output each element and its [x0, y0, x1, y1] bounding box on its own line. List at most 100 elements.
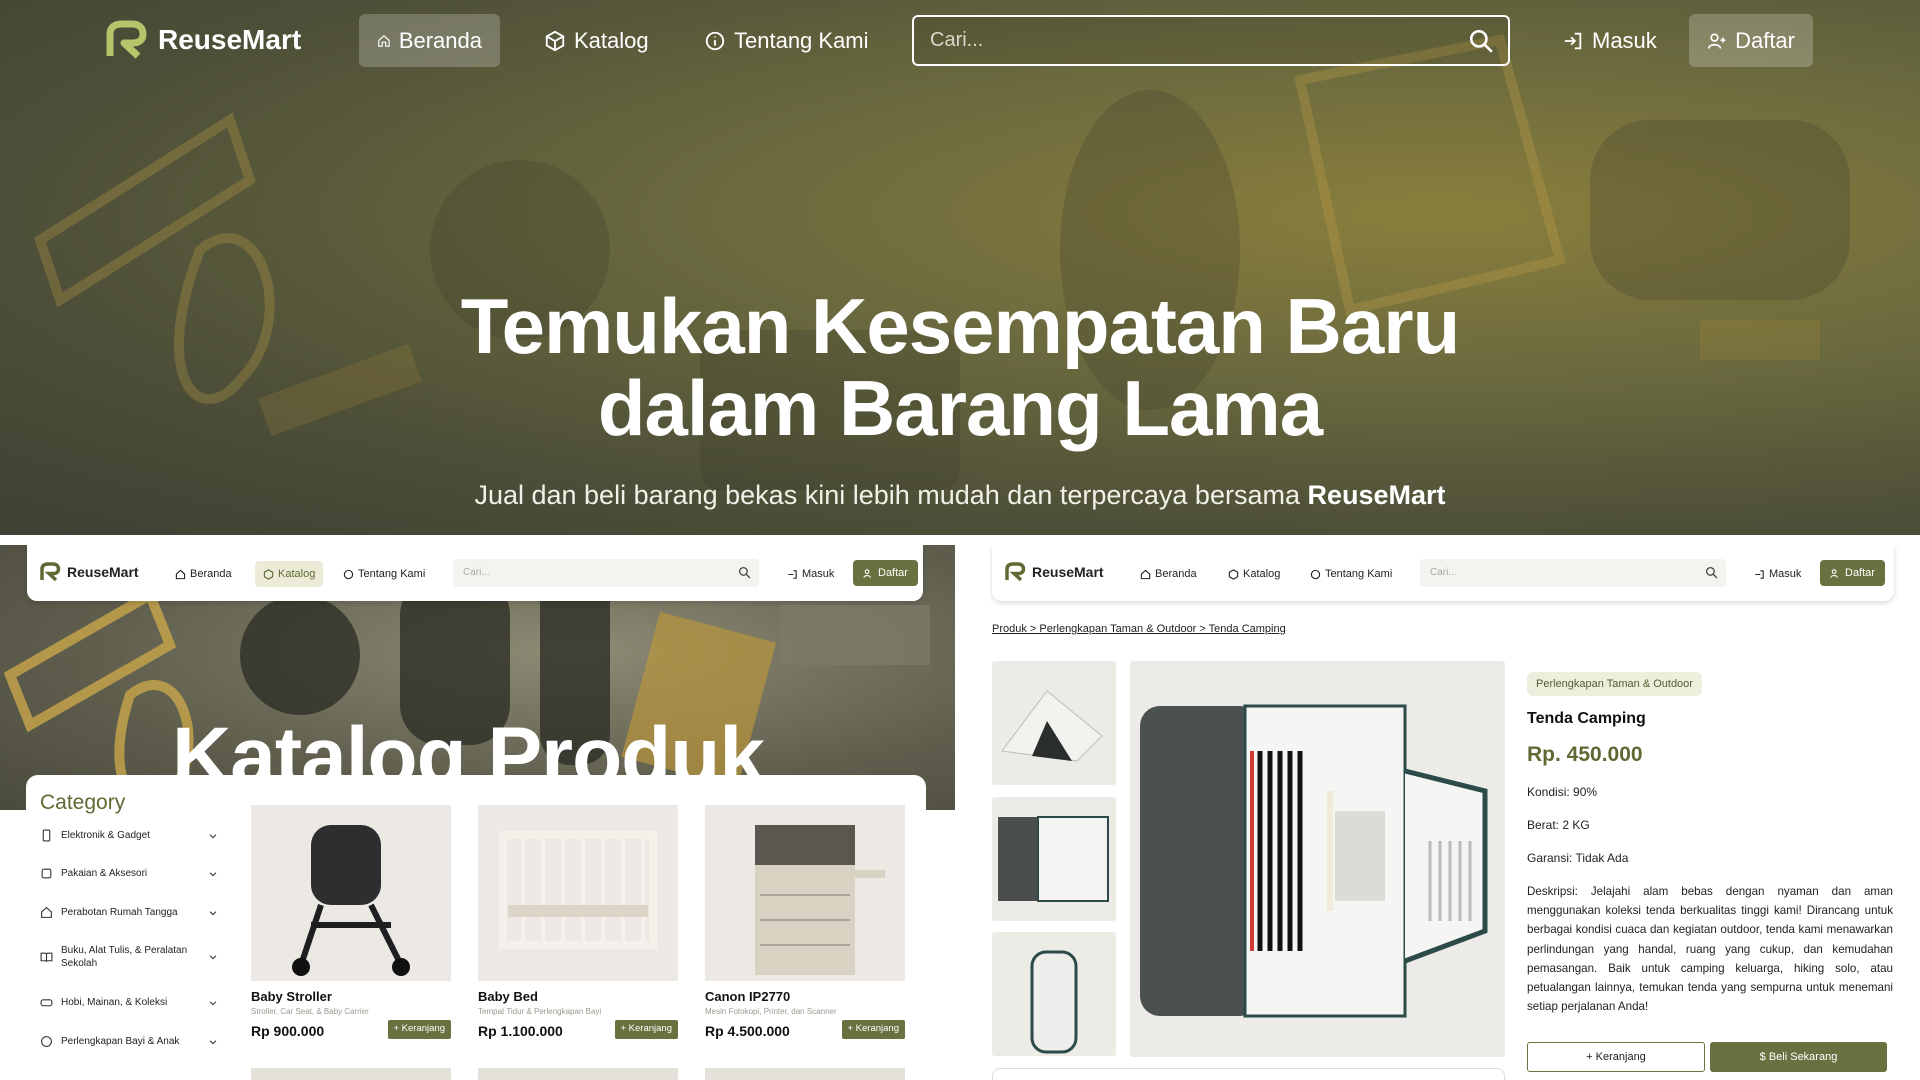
category-item-elektronik[interactable]: Elektronik & Gadget — [40, 829, 218, 842]
product-subcategory: Stroller, Car Seat, & Baby Carrier — [251, 1007, 369, 1016]
category-item-hobi[interactable]: Hobi, Mainan, & Koleksi — [40, 996, 218, 1009]
register-button[interactable]: Daftar — [1689, 14, 1813, 67]
catalog-preview-nav-tentang[interactable]: Tentang Kami — [335, 561, 433, 587]
category-label: Perlengkapan Bayi & Anak — [61, 1036, 180, 1047]
nav-beranda-label: Beranda — [398, 27, 482, 53]
product-card-baby-stroller[interactable]: Baby Stroller Stroller, Car Seat, & Baby… — [251, 805, 451, 1045]
detail-preview-search-placeholder: Cari... — [1430, 567, 1457, 578]
product-price: Rp 900.000 — [251, 1023, 325, 1039]
info-icon — [343, 569, 354, 579]
product-card-partial — [251, 1068, 451, 1080]
crib-image — [499, 831, 657, 949]
product-thumbnail-1[interactable] — [992, 661, 1116, 785]
product-main-image — [1130, 661, 1505, 1057]
category-item-perabotan[interactable]: Perabotan Rumah Tangga — [40, 906, 218, 919]
category-label: Elektronik & Gadget — [61, 830, 150, 841]
login-icon — [1564, 32, 1582, 49]
detail-preview-register[interactable]: Daftar — [1820, 560, 1885, 586]
detail-preview-nav-katalog-label: Katalog — [1243, 568, 1281, 580]
product-price: Rp. 450.000 — [1527, 743, 1643, 766]
detail-preview-nav-katalog[interactable]: Katalog — [1220, 561, 1288, 587]
detail-preview-login-label: Masuk — [1769, 568, 1802, 580]
category-title: Category — [40, 791, 126, 814]
catalog-preview-nav-beranda[interactable]: Beranda — [167, 561, 240, 587]
search-input[interactable] — [914, 17, 1454, 64]
home-icon — [378, 34, 390, 47]
add-to-cart-button[interactable]: + Keranjang — [614, 1020, 678, 1039]
category-label: Perabotan Rumah Tangga — [61, 907, 178, 918]
printer-image — [755, 825, 885, 975]
catalog-preview-screenshot: Katalog Produk ReuseMart Beranda Katalog… — [0, 545, 955, 1080]
breadcrumb[interactable]: Produk > Perlengkapan Taman & Outdoor > … — [992, 623, 1286, 635]
add-to-cart-button[interactable]: + Keranjang — [1527, 1042, 1705, 1072]
hero-section: ReuseMart Beranda Katalog Tentang Kami M… — [0, 0, 1920, 535]
detail-preview-nav-tentang-label: Tentang Kami — [1325, 568, 1393, 580]
tent-thumbnail-image — [1001, 690, 1103, 762]
chevron-down-icon — [209, 955, 217, 960]
detail-preview-search[interactable]: Cari... — [1420, 559, 1726, 587]
product-subcategory: Tempat Tidur & Perlengkapan Bayi — [478, 1007, 602, 1016]
search-bar — [912, 15, 1510, 66]
detail-preview-register-label: Daftar — [1845, 567, 1875, 579]
info-icon — [1310, 569, 1321, 579]
box-icon — [263, 568, 274, 580]
detail-preview-nav-beranda[interactable]: Beranda — [1132, 561, 1205, 587]
catalog-preview-brand: ReuseMart — [67, 564, 139, 580]
hero-subtitle-text: Jual dan beli barang bekas kini lebih mu… — [474, 480, 1300, 510]
product-name: Baby Stroller — [251, 989, 332, 1004]
add-to-cart-button[interactable]: + Keranjang — [387, 1020, 451, 1039]
catalog-content-panel: Category Elektronik & Gadget Pakaian & A… — [26, 775, 926, 1080]
home-icon — [41, 906, 52, 918]
category-item-buku[interactable]: Buku, Alat Tulis, & Peralatan Sekolah — [40, 943, 218, 971]
catalog-preview-logo[interactable]: ReuseMart — [39, 561, 139, 583]
search-icon — [738, 566, 751, 579]
box-icon — [1228, 568, 1239, 580]
baby-icon — [41, 1036, 52, 1047]
login-label: Masuk — [1592, 27, 1657, 53]
nav-beranda[interactable]: Beranda — [359, 14, 500, 67]
search-icon[interactable] — [1468, 28, 1494, 54]
product-description: Deskripsi: Jelajahi alam bebas dengan ny… — [1527, 885, 1893, 1014]
nav-tentang-kami-label: Tentang Kami — [734, 27, 869, 53]
product-card-partial — [705, 1068, 905, 1080]
detail-preview-login[interactable]: Masuk — [1746, 561, 1809, 587]
gamepad-icon — [40, 999, 53, 1007]
add-to-cart-button[interactable]: + Keranjang — [841, 1020, 905, 1039]
product-card-baby-bed[interactable]: Baby Bed Tempat Tidur & Perlengkapan Bay… — [478, 805, 678, 1045]
product-subcategory: Mesin Fotokopi, Printer, dan Scanner — [705, 1007, 837, 1016]
detail-preview-nav-tentang[interactable]: Tentang Kami — [1302, 561, 1400, 587]
catalog-preview-register[interactable]: Daftar — [853, 560, 918, 586]
catalog-preview-login[interactable]: Masuk — [779, 561, 842, 587]
product-weight: Berat: 2 KG — [1527, 818, 1590, 832]
register-label: Daftar — [1735, 27, 1795, 53]
main-navbar: ReuseMart Beranda Katalog Tentang Kami M… — [0, 0, 1920, 82]
product-thumbnail-3[interactable] — [992, 932, 1116, 1056]
hero-title-line1: Temukan Kesempatan Baru — [460, 282, 1461, 370]
detail-preview-nav-beranda-label: Beranda — [1155, 568, 1197, 580]
catalog-preview-search[interactable]: Cari... — [453, 559, 759, 587]
brand-logo[interactable]: ReuseMart — [104, 18, 301, 62]
catalog-preview-login-label: Masuk — [802, 568, 835, 580]
catalog-preview-nav-tentang-label: Tentang Kami — [358, 568, 426, 580]
hero-subtitle-brand: ReuseMart — [1307, 480, 1446, 510]
reusemart-logo-icon — [1005, 562, 1026, 582]
category-item-pakaian[interactable]: Pakaian & Aksesori — [40, 867, 218, 880]
nav-tentang-kami[interactable]: Tentang Kami — [686, 14, 887, 67]
nav-katalog[interactable]: Katalog — [526, 14, 667, 67]
product-name: Baby Bed — [478, 989, 538, 1004]
login-button[interactable]: Masuk — [1544, 14, 1675, 67]
chevron-down-icon — [209, 1039, 217, 1044]
detail-preview-logo[interactable]: ReuseMart — [1004, 561, 1104, 583]
product-card-canon-ip2770[interactable]: Canon IP2770 Mesin Fotokopi, Printer, da… — [705, 805, 905, 1045]
book-icon — [40, 952, 53, 962]
catalog-preview-nav-katalog[interactable]: Katalog — [255, 561, 324, 587]
buy-now-button[interactable]: $ Beli Sekarang — [1710, 1042, 1887, 1072]
product-detail-preview-screenshot: ReuseMart Beranda Katalog Tentang Kami C… — [990, 545, 1920, 1080]
product-thumbnail-2[interactable] — [992, 797, 1116, 921]
chevron-down-icon — [209, 1000, 217, 1005]
login-icon — [1755, 569, 1764, 579]
category-item-bayi[interactable]: Perlengkapan Bayi & Anak — [40, 1035, 218, 1048]
search-icon — [1705, 566, 1718, 579]
product-name: Canon IP2770 — [705, 989, 791, 1004]
chevron-down-icon — [209, 833, 217, 838]
